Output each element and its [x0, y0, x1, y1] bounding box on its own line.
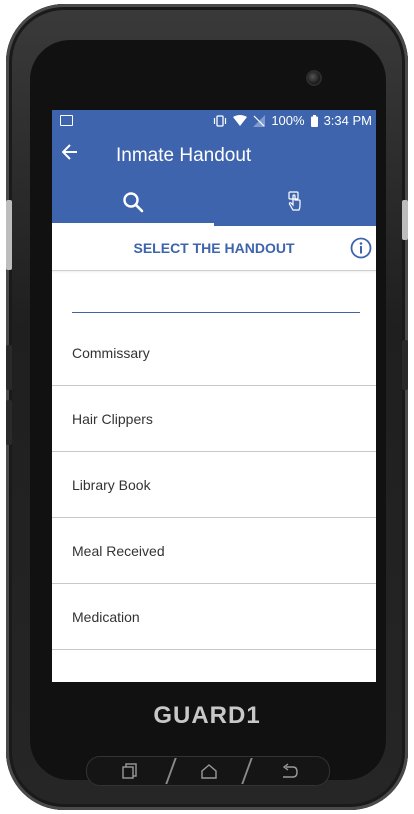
clock: 3:34 PM [323, 113, 372, 128]
home-icon[interactable] [200, 763, 218, 779]
status-bar: 100% 3:34 PM [52, 110, 376, 132]
list-item[interactable] [52, 650, 376, 682]
phone-screen: 100% 3:34 PM Inmate Handout SELECT THE H… [52, 110, 376, 682]
info-button[interactable] [350, 237, 372, 259]
app-bar: Inmate Handout [52, 132, 376, 178]
wifi-icon [233, 114, 248, 126]
side-button-left-top [6, 200, 12, 270]
list-item[interactable]: Library Book [52, 452, 376, 518]
search-input[interactable] [72, 312, 360, 313]
section-title: SELECT THE HANDOUT [133, 240, 295, 256]
side-button-right-top [402, 200, 408, 240]
list-item[interactable]: Hair Clippers [52, 386, 376, 452]
nav-separator [165, 758, 177, 784]
battery-icon [310, 114, 318, 127]
tab-search[interactable] [52, 178, 214, 226]
back-arrow-icon[interactable] [61, 142, 78, 166]
handout-list: Commissary Hair Clippers Library Book Me… [52, 320, 376, 682]
tab-tap[interactable] [214, 178, 376, 226]
front-camera [308, 72, 320, 84]
battery-percent: 100% [271, 113, 305, 128]
signal-icon [253, 114, 266, 127]
nav-separator [241, 758, 253, 784]
side-button-right-mid [402, 340, 408, 390]
list-item[interactable]: Meal Received [52, 518, 376, 584]
vibrate-icon [214, 114, 227, 127]
page-title: Inmate Handout [116, 145, 252, 166]
hardware-nav-bar [86, 756, 330, 786]
gallery-notification-icon [60, 115, 73, 126]
list-item[interactable]: Medication [52, 584, 376, 650]
search-icon [123, 192, 144, 213]
side-button-left-mid [6, 345, 12, 390]
section-header: SELECT THE HANDOUT [52, 226, 376, 271]
status-icons: 100% 3:34 PM [213, 113, 372, 128]
recent-apps-icon[interactable] [122, 763, 140, 779]
side-button-left-low [6, 400, 12, 445]
list-item[interactable]: Commissary [52, 320, 376, 386]
tap-hand-icon [288, 191, 301, 211]
device-brand-logo: GUARD1 [153, 702, 261, 729]
back-icon[interactable] [280, 763, 298, 779]
tab-bar [52, 178, 376, 226]
info-icon [350, 237, 372, 259]
